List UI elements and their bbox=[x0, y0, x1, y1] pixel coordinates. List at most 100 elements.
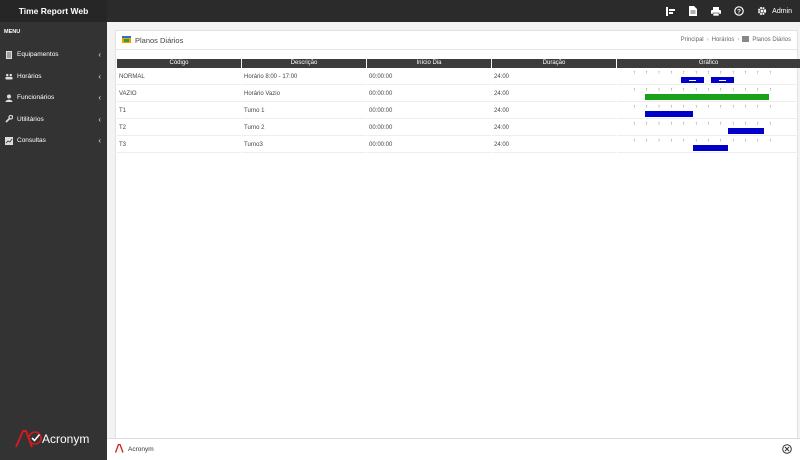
cell-descricao: Horário Vazio bbox=[242, 86, 366, 102]
table-row[interactable]: T2 Turno 2 00:00:00 24:00 ↑ ↑ ↑ ↑ ↑ ↑ ↑ ↑ ↑ ↑ ↑ ↑ bbox=[117, 120, 800, 136]
tick-mark: ↑ bbox=[719, 104, 723, 110]
sidebar-item-label: Horários bbox=[17, 72, 42, 80]
sidebar-item-utilitarios[interactable]: Utilitários ‹ bbox=[0, 109, 107, 131]
tick-mark: ↑ bbox=[744, 121, 747, 127]
table-row[interactable]: T1 Turno 1 00:00:00 24:00 ↑ ↑ ↑ ↑ ↑ ↑ ↑ ↑ ↑ ↑ ↑ ↑ bbox=[117, 103, 800, 119]
tick-mark: ↑ bbox=[744, 138, 747, 144]
timeline-ticks: ↑ ↑ ↑ ↑ ↑ ↑ ↑ ↑ ↑ ↑ ↑ ↑ bbox=[633, 87, 772, 93]
tick-mark: ↑ bbox=[694, 121, 698, 127]
tick-mark: ↑ bbox=[670, 138, 673, 144]
cell-grafico: ↑ ↑ ↑ ↑ ↑ ↑ ↑ ↑ ↑ ↑ ↑ ↑ bbox=[617, 69, 800, 85]
tick-mark: ↑ bbox=[707, 70, 710, 76]
tick-mark: ↑ bbox=[744, 70, 747, 76]
cell-inicio: 00:00:00 bbox=[367, 86, 491, 102]
cell-codigo: T1 bbox=[117, 103, 241, 119]
sidebar-item-equipamentos[interactable]: Equipamentos ‹ bbox=[0, 44, 107, 66]
chevron-left-icon: ‹ bbox=[98, 50, 101, 60]
tick-mark: ↑ bbox=[756, 87, 760, 93]
page-title: Planos Diários bbox=[122, 35, 681, 45]
logo-text: Acronym bbox=[42, 432, 89, 446]
tick-mark: ↑ bbox=[719, 121, 723, 127]
tick-mark: ↑ bbox=[719, 138, 723, 144]
main-content: Planos Diários Principal › Horários › Pl… bbox=[107, 22, 800, 460]
chevron-left-icon: ‹ bbox=[98, 93, 101, 103]
tick-mark: ↑ bbox=[694, 87, 698, 93]
cell-inicio: 00:00:00 bbox=[367, 137, 491, 153]
cell-codigo: T3 bbox=[117, 137, 241, 153]
users-icon bbox=[5, 94, 13, 102]
document-icon[interactable] bbox=[688, 6, 698, 16]
schedule-bar bbox=[680, 77, 704, 83]
tick-mark: ↑ bbox=[633, 70, 636, 76]
column-header[interactable]: Descrição bbox=[242, 59, 366, 68]
table-row[interactable]: T3 Turno3 00:00:00 24:00 ↑ ↑ ↑ ↑ ↑ ↑ ↑ ↑ ↑ ↑ ↑ ↑ bbox=[117, 137, 800, 153]
server-icon bbox=[5, 50, 13, 59]
column-header[interactable]: Código bbox=[117, 59, 241, 68]
tick-mark: ↑ bbox=[633, 104, 636, 110]
tick-mark: ↑ bbox=[682, 70, 685, 76]
table-row[interactable]: NORMAL Horário 8:00 - 17:00 00:00:00 24:00 ↑… bbox=[117, 69, 800, 85]
cell-descricao: Turno 1 bbox=[242, 103, 366, 119]
plans-table: Código Descrição Início Dia Duração Gráfico … bbox=[116, 58, 800, 154]
cell-descricao: Turno3 bbox=[242, 137, 366, 153]
menu-title: MENU bbox=[4, 29, 21, 35]
tick-mark: ↑ bbox=[645, 104, 648, 110]
acronym-logo: Acronym bbox=[12, 428, 92, 450]
sidebar-item-label: Equipamentos bbox=[17, 51, 59, 59]
tick-mark: ↑ bbox=[744, 87, 747, 93]
sidebar-item-label: Consultas bbox=[17, 137, 46, 145]
column-header[interactable]: Início Dia bbox=[367, 59, 491, 68]
chevron-right-icon: › bbox=[706, 37, 709, 43]
cell-grafico: ↑ ↑ ↑ ↑ ↑ ↑ ↑ ↑ ↑ ↑ ↑ ↑ bbox=[617, 137, 800, 153]
tick-mark: ↑ bbox=[633, 138, 636, 144]
schedule-bar bbox=[692, 145, 729, 151]
sidebar-item-label: Utilitários bbox=[17, 115, 44, 123]
wrench-icon bbox=[5, 115, 13, 123]
bar-marker bbox=[718, 79, 726, 81]
column-header[interactable]: Duração bbox=[492, 59, 616, 68]
tick-mark: ↑ bbox=[707, 138, 710, 144]
tick-mark: ↑ bbox=[682, 104, 685, 110]
user-menu[interactable]: Admin bbox=[757, 6, 792, 16]
calendar-icon bbox=[122, 35, 131, 45]
panel-header: Planos Diários Principal › Horários › Pl… bbox=[116, 31, 797, 50]
cell-inicio: 00:00:00 bbox=[367, 103, 491, 119]
tick-mark: ↑ bbox=[707, 121, 710, 127]
cell-descricao: Turno 2 bbox=[242, 120, 366, 136]
close-button[interactable] bbox=[782, 443, 792, 455]
tick-mark: ↑ bbox=[707, 104, 710, 110]
tick-mark: ↑ bbox=[731, 87, 735, 93]
cell-inicio: 00:00:00 bbox=[367, 69, 491, 85]
top-toolbar: ? Admin bbox=[665, 0, 792, 22]
breadcrumb: Principal › Horários › Planos Diários bbox=[681, 36, 791, 44]
tick-mark: ↑ bbox=[694, 70, 698, 76]
sidebar-item-consultas[interactable]: Consultas ‹ bbox=[0, 130, 107, 152]
sidebar-item-funcionarios[interactable]: Funcionários ‹ bbox=[0, 87, 107, 109]
tick-mark: ↑ bbox=[769, 138, 772, 144]
breadcrumb-principal[interactable]: Principal bbox=[681, 37, 704, 43]
tick-mark: ↑ bbox=[657, 87, 661, 93]
cell-codigo: VAZIO bbox=[117, 86, 241, 102]
sitemap-icon[interactable] bbox=[665, 6, 675, 16]
print-icon[interactable] bbox=[711, 6, 722, 16]
tick-mark: ↑ bbox=[694, 138, 698, 144]
content-panel: Planos Diários Principal › Horários › Pl… bbox=[115, 30, 800, 450]
top-bar: Time Report Web ? Admin bbox=[0, 0, 800, 22]
schedule-bar bbox=[645, 111, 693, 117]
timeline-ticks: ↑ ↑ ↑ ↑ ↑ ↑ ↑ ↑ ↑ ↑ ↑ ↑ bbox=[633, 121, 772, 127]
tick-mark: ↑ bbox=[657, 104, 661, 110]
footer-brand: Acronym bbox=[114, 443, 782, 455]
sidebar-item-horarios[interactable]: Horários ‹ bbox=[0, 66, 107, 88]
cell-codigo: T2 bbox=[117, 120, 241, 136]
tick-mark: ↑ bbox=[670, 104, 673, 110]
table-row[interactable]: VAZIO Horário Vazio 00:00:00 24:00 ↑ ↑ ↑ ↑ ↑ ↑ ↑ ↑ ↑… bbox=[117, 86, 800, 102]
cell-codigo: NORMAL bbox=[117, 69, 241, 85]
calendar-icon bbox=[742, 36, 750, 44]
breadcrumb-horarios[interactable]: Horários bbox=[712, 37, 735, 43]
svg-text:?: ? bbox=[737, 8, 741, 15]
tick-mark: ↑ bbox=[756, 121, 760, 127]
help-icon[interactable]: ? bbox=[734, 6, 744, 16]
page-title-text: Planos Diários bbox=[135, 35, 184, 45]
column-header[interactable]: Gráfico bbox=[617, 59, 800, 68]
cell-duracao: 24:00 bbox=[492, 120, 616, 136]
